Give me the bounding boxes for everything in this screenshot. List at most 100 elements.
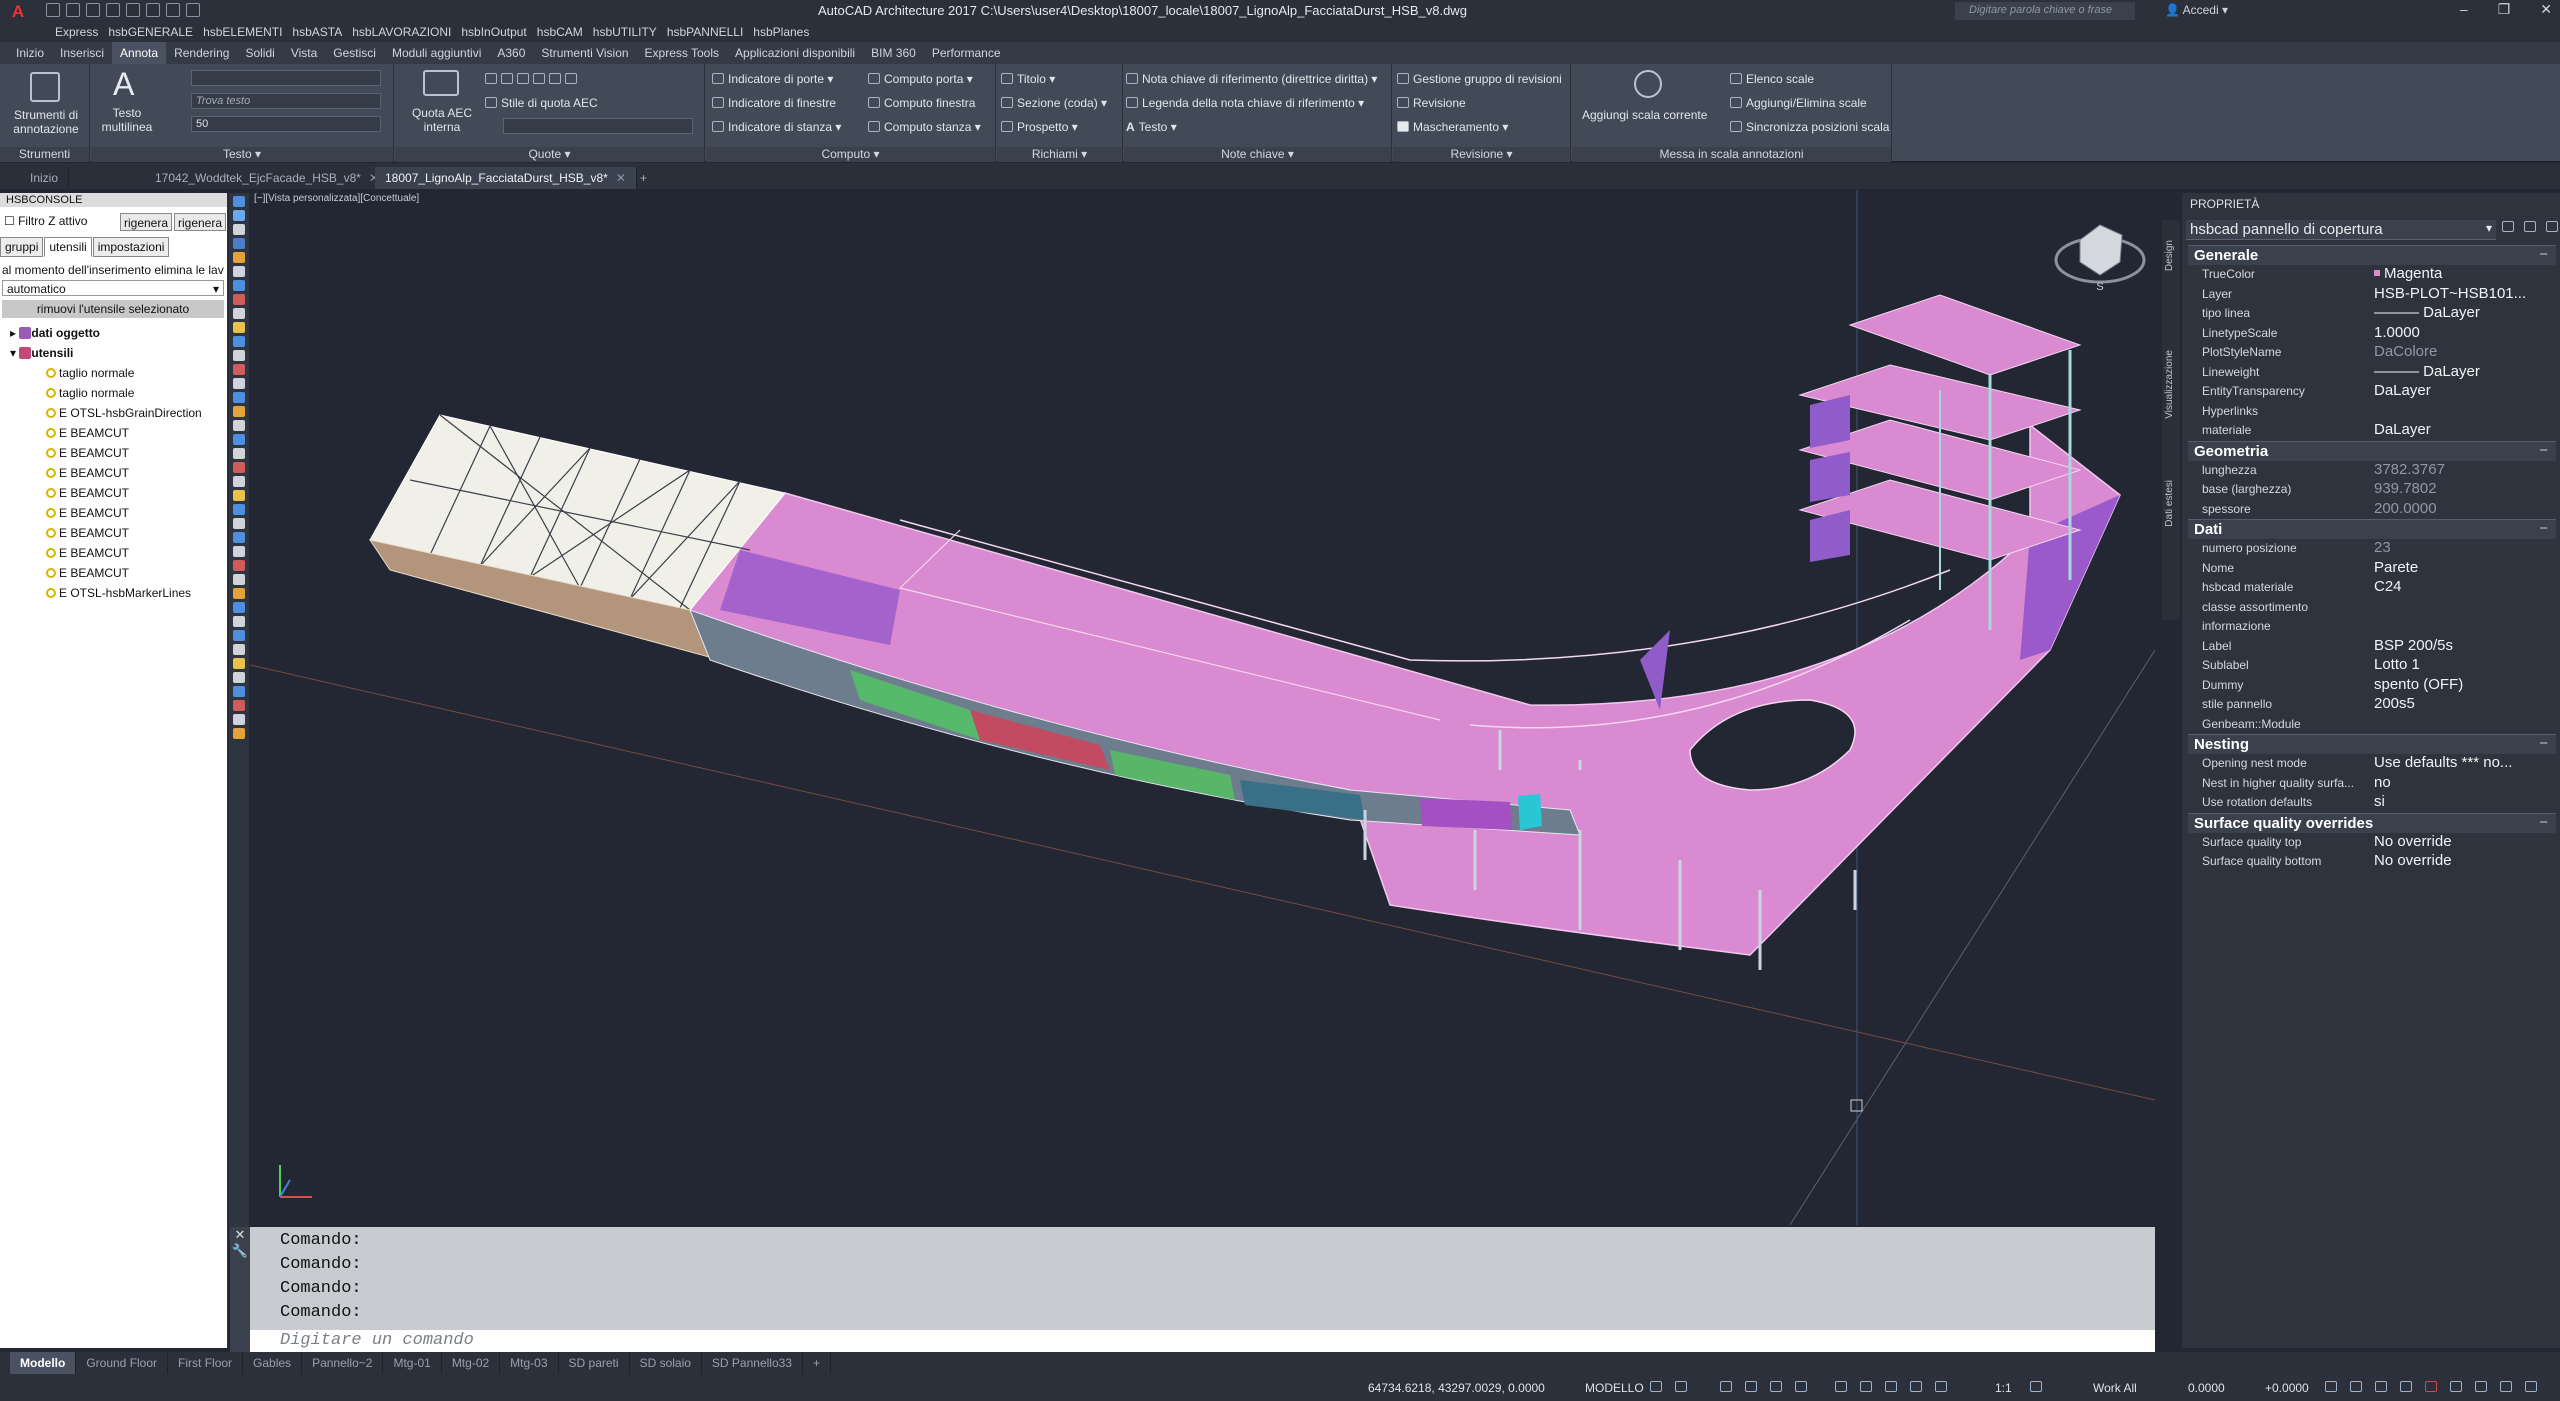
annotation-tools-button[interactable]: Strumenti di annotazione <box>4 108 88 136</box>
window-tag-button[interactable]: Indicatore di finestre <box>712 96 836 110</box>
property-row[interactable]: materiale DaLayer <box>2188 421 2556 441</box>
property-row[interactable]: LinetypeScale 1.0000 <box>2188 324 2556 344</box>
elevation-offset[interactable]: +0.0000 <box>2265 1381 2309 1395</box>
lock-icon[interactable] <box>2500 1381 2512 1392</box>
match-icon[interactable] <box>186 3 200 17</box>
property-row[interactable]: Genbeam::Module <box>2188 715 2556 735</box>
door-tag-button[interactable]: Indicatore di porte ▾ <box>712 72 833 86</box>
tool-icon[interactable] <box>233 476 245 487</box>
elevation-button[interactable]: Prospetto ▾ <box>1001 120 1078 134</box>
tool-icon[interactable] <box>233 574 245 585</box>
property-value[interactable]: si <box>2374 793 2385 810</box>
tool-icon[interactable] <box>233 420 245 431</box>
tool-icon[interactable] <box>233 364 245 375</box>
print-icon[interactable] <box>126 3 140 17</box>
annotation-visibility-icon[interactable] <box>1910 1381 1922 1392</box>
dimension-tools-row[interactable] <box>485 72 581 86</box>
select-objects-icon[interactable] <box>2524 221 2536 232</box>
tab-rendering[interactable]: Rendering <box>166 42 237 64</box>
save-icon[interactable] <box>86 3 100 17</box>
tree-item[interactable]: E BEAMCUT <box>0 543 228 563</box>
property-row[interactable]: Opening nest mode Use defaults *** no... <box>2188 754 2556 774</box>
property-row[interactable]: Hyperlinks <box>2188 402 2556 422</box>
tool-icon[interactable] <box>233 406 245 417</box>
property-row[interactable]: Layer HSB-PLOT~HSB101... <box>2188 285 2556 305</box>
selection-cycling-icon[interactable] <box>1885 1381 1897 1392</box>
tool-icon[interactable] <box>233 588 245 599</box>
tab-utensili[interactable]: utensili <box>44 237 92 257</box>
property-value[interactable]: no <box>2374 774 2391 791</box>
property-row[interactable]: Sublabel Lotto 1 <box>2188 656 2556 676</box>
property-row[interactable]: Use rotation defaults si <box>2188 793 2556 813</box>
tool-icon[interactable] <box>233 546 245 557</box>
tree-item[interactable]: E BEAMCUT <box>0 503 228 523</box>
regenerate-button-1[interactable]: rigenera <box>120 213 172 231</box>
redo-icon[interactable] <box>166 3 180 17</box>
property-value[interactable]: ——— DaLayer <box>2374 304 2480 321</box>
property-row[interactable]: base (larghezza) 939.7802 <box>2188 480 2556 500</box>
property-row[interactable]: PlotStyleName DaColore <box>2188 343 2556 363</box>
tool-icon[interactable] <box>233 308 245 319</box>
room-tag-button[interactable]: Indicatore di stanza ▾ <box>712 120 841 134</box>
tree-item[interactable]: E BEAMCUT <box>0 563 228 583</box>
menu-item[interactable]: hsbInOutput <box>456 22 531 42</box>
tool-icon[interactable] <box>233 434 245 445</box>
tab-vista[interactable]: Vista <box>283 42 325 64</box>
tool-icon[interactable] <box>233 266 245 277</box>
property-group-header[interactable]: Dati <box>2188 519 2556 539</box>
transparency-icon[interactable] <box>1860 1381 1872 1392</box>
room-schedule-button[interactable]: Computo stanza ▾ <box>868 120 981 134</box>
layout-tab[interactable]: First Floor <box>168 1352 244 1374</box>
property-group-header[interactable]: Nesting <box>2188 734 2556 754</box>
tool-icon[interactable] <box>233 294 245 305</box>
auto-scale-icon[interactable] <box>1935 1381 1947 1392</box>
tab-bim360[interactable]: BIM 360 <box>863 42 924 64</box>
property-row[interactable]: TrueColor Magenta <box>2188 265 2556 285</box>
masking-button[interactable]: Mascheramento ▾ <box>1397 120 1508 134</box>
tree-item[interactable]: E BEAMCUT <box>0 443 228 463</box>
tool-icon[interactable] <box>233 658 245 669</box>
tool-icon[interactable] <box>233 224 245 235</box>
ortho-icon[interactable] <box>1720 1381 1732 1392</box>
text-height-input[interactable]: 50 <box>191 116 381 132</box>
property-row[interactable]: Nome Parete <box>2188 559 2556 579</box>
annotation-tools-icon[interactable] <box>30 72 60 102</box>
tool-icon[interactable] <box>233 714 245 725</box>
workspace-gear-icon[interactable] <box>2030 1381 2042 1392</box>
tool-icon[interactable] <box>233 350 245 361</box>
tool-icon[interactable] <box>233 336 245 347</box>
quick-select-icon[interactable] <box>2546 221 2558 232</box>
layout-tab[interactable]: Mtg-02 <box>442 1352 501 1374</box>
property-value[interactable]: 23 <box>2374 539 2391 556</box>
tree-item[interactable]: E BEAMCUT <box>0 523 228 543</box>
layout-tab[interactable]: Pannello~2 <box>302 1352 384 1374</box>
property-value[interactable]: 200.0000 <box>2374 500 2437 517</box>
layout-tab[interactable]: Gables <box>243 1352 303 1374</box>
viewcube-icon[interactable]: S <box>2054 224 2146 293</box>
add-layout-button[interactable]: + <box>803 1352 831 1374</box>
text-style-select[interactable] <box>191 70 381 86</box>
osnap-icon[interactable] <box>1770 1381 1782 1392</box>
tool-icon[interactable] <box>233 728 245 739</box>
property-row[interactable]: EntityTransparency DaLayer <box>2188 382 2556 402</box>
door-schedule-button[interactable]: Computo porta ▾ <box>868 72 973 86</box>
tool-icon[interactable] <box>233 602 245 613</box>
tool-icon[interactable] <box>233 196 245 207</box>
menu-item[interactable]: hsbPlanes <box>748 22 814 42</box>
keynote-button[interactable]: Nota chiave di riferimento (direttrice d… <box>1126 72 1377 86</box>
layout-tab[interactable]: SD solaio <box>630 1352 702 1374</box>
tab-gruppi[interactable]: gruppi <box>0 237 44 257</box>
revision-button[interactable]: Revisione <box>1397 96 1466 110</box>
isolate-icon[interactable] <box>2325 1381 2337 1392</box>
undo-icon[interactable] <box>146 3 160 17</box>
lineweight-icon[interactable] <box>1835 1381 1847 1392</box>
property-group-header[interactable]: Geometria <box>2188 440 2556 461</box>
menu-item[interactable]: hsbCAM <box>532 22 588 42</box>
customize-icon[interactable]: 🔧 <box>230 1243 250 1259</box>
menu-item[interactable]: hsbLAVORAZIONI <box>347 22 456 42</box>
tool-icon[interactable] <box>233 616 245 627</box>
close-icon[interactable]: ✕ <box>230 1227 250 1243</box>
menu-item[interactable]: Express <box>50 22 103 42</box>
menu-item[interactable]: hsbELEMENTI <box>198 22 287 42</box>
tab-solidi[interactable]: Solidi <box>237 42 282 64</box>
